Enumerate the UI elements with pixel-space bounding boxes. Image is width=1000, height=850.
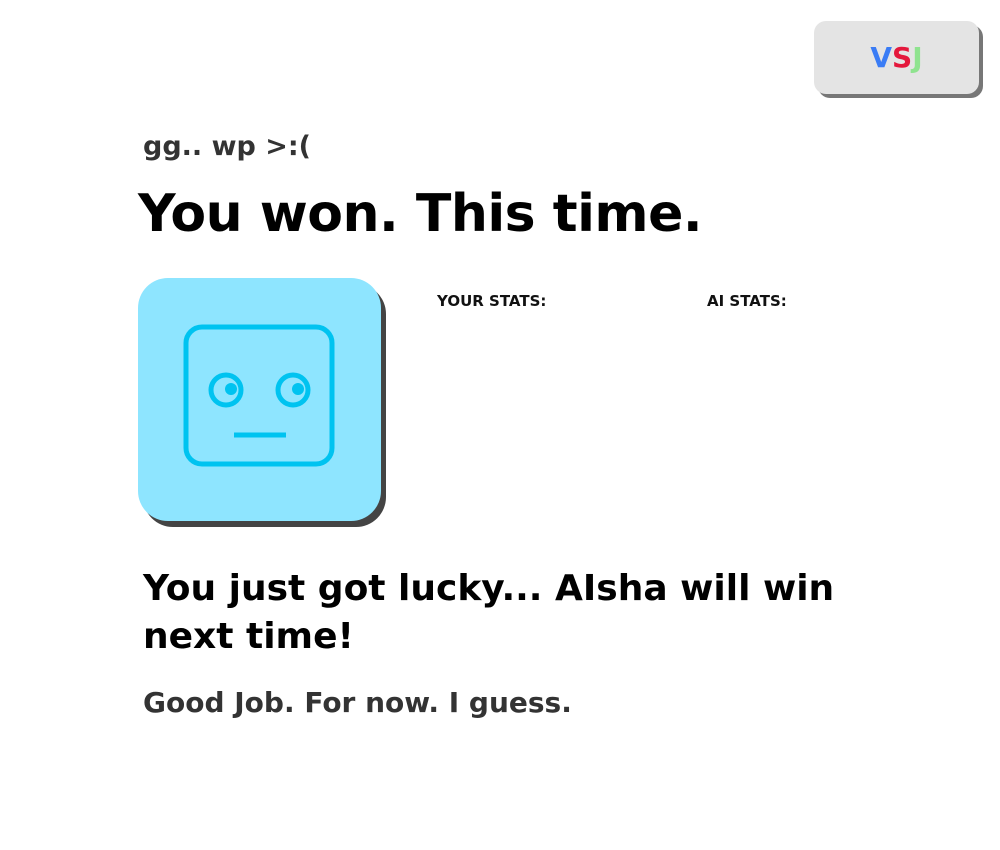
- logo-text: VSJ: [870, 41, 922, 74]
- robot-face-icon: [183, 324, 335, 467]
- ai-avatar: [138, 278, 381, 521]
- footer-message: Good Job. For now. I guess.: [143, 686, 572, 719]
- result-title: You won. This time.: [138, 184, 703, 244]
- ai-message: You just got lucky... AIsha will win nex…: [143, 568, 835, 657]
- ai-stats-label: AI STATS:: [707, 292, 787, 310]
- your-stats-label: YOUR STATS:: [437, 292, 547, 310]
- logo-button[interactable]: VSJ: [814, 21, 979, 94]
- logo-letter-j: J: [912, 41, 923, 74]
- logo-letter-s: S: [892, 41, 913, 74]
- result-subtitle: gg.. wp >:(: [143, 131, 311, 162]
- results-page: VSJ gg.. wp >:( You won. This time. YOUR…: [0, 0, 1000, 850]
- logo-letter-v: V: [870, 41, 893, 74]
